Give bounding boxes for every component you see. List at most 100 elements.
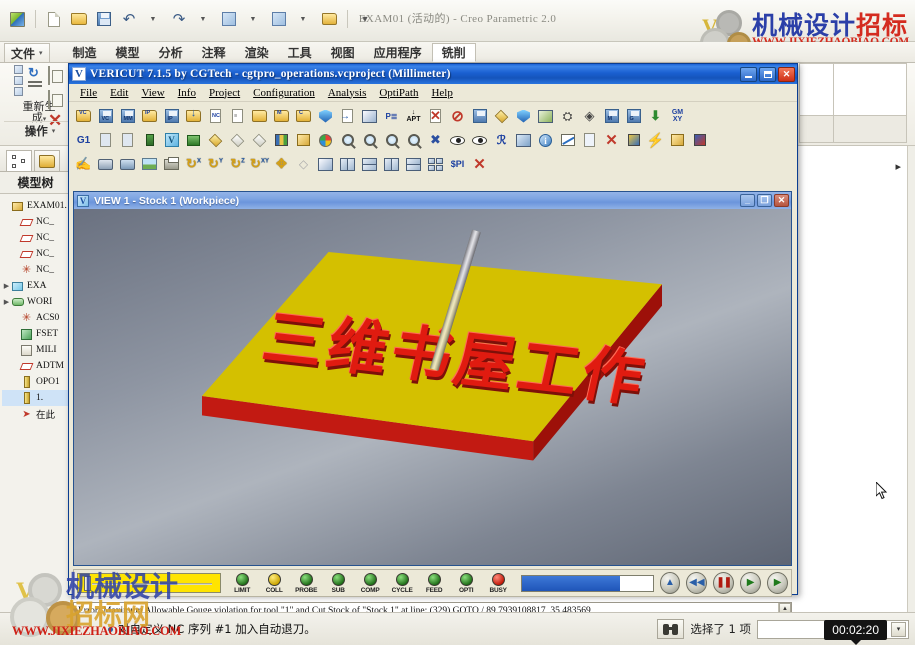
tree-item-fset[interactable]: FSET — [2, 326, 71, 342]
view-maximize-button[interactable]: ❐ — [757, 194, 772, 207]
zoom-reset-icon[interactable] — [381, 130, 402, 151]
inspect-icon[interactable] — [623, 130, 644, 151]
save-project-icon[interactable]: VC — [95, 106, 116, 127]
optipath-icon[interactable]: ⚡ — [645, 130, 666, 151]
three-view-left-icon[interactable] — [381, 154, 402, 175]
compare-icon[interactable] — [491, 106, 512, 127]
vericut-toolbar-row-1[interactable]: VC VC MM IP IP ↓ NC ≡ M C → P≣ ↓APT ✕ ⊘ — [73, 104, 797, 128]
menu-analysis[interactable]: Analysis — [322, 86, 373, 100]
tree-item-workpiece[interactable]: ▶ EXA — [2, 278, 71, 294]
animate-icon[interactable]: ✍ — [73, 154, 94, 175]
tree-item-stock[interactable]: ▶ WORI — [2, 294, 71, 310]
report-icon[interactable]: ✕ — [425, 106, 446, 127]
info-icon[interactable]: i — [535, 130, 556, 151]
two-view-horizontal-icon[interactable] — [359, 154, 380, 175]
tab-model-tree[interactable] — [6, 150, 32, 171]
view-window-buttons[interactable]: _ ❐ ✕ — [740, 194, 789, 207]
machine-axes-icon[interactable]: ⛭ — [557, 106, 578, 127]
menu-configuration[interactable]: Configuration — [247, 86, 321, 100]
gm-xy-icon[interactable]: GM XY — [667, 106, 688, 127]
maximize-button[interactable] — [759, 66, 776, 82]
tree-item-insert-here[interactable]: ➤ 在此 — [2, 406, 71, 422]
menu-help[interactable]: Help — [425, 86, 458, 100]
four-view-icon[interactable] — [425, 154, 446, 175]
close-button[interactable]: ✕ — [778, 66, 795, 82]
tree-item-acs0[interactable]: ✳ ACS0 — [2, 310, 71, 326]
save-inprocess-icon[interactable]: IP — [161, 106, 182, 127]
design-gem-icon[interactable] — [227, 130, 248, 151]
tree-item-opo1[interactable]: OPO1 — [2, 374, 71, 390]
align-icon[interactable]: ⬇ — [645, 106, 666, 127]
tree-list[interactable]: EXAM01. NC_ NC_ NC_ ✳ NC_ ▶ EXA ▶ WORI ✳… — [0, 194, 71, 422]
two-view-vertical-icon[interactable] — [337, 154, 358, 175]
fixture-icon[interactable] — [183, 130, 204, 151]
fit-icon[interactable] — [403, 130, 424, 151]
single-step-icon[interactable] — [95, 130, 116, 151]
menu-file[interactable]: File — [74, 86, 103, 100]
tab-tools[interactable]: 工具 — [279, 42, 322, 62]
tool-manager-icon[interactable] — [315, 106, 336, 127]
tab-render[interactable]: 渲染 — [236, 42, 279, 62]
3d-viewport[interactable]: 三维书屋工作 — [74, 209, 791, 565]
step-to-icon[interactable] — [117, 130, 138, 151]
open-ncprogram-icon[interactable]: NC — [205, 106, 226, 127]
find-button[interactable] — [657, 619, 685, 639]
tool-change-icon[interactable] — [139, 130, 160, 151]
stock-gem-icon[interactable] — [205, 130, 226, 151]
rotate-x-icon[interactable]: ↻X — [183, 154, 204, 175]
tab-annotate[interactable]: 注释 — [193, 42, 236, 62]
verify-icon[interactable] — [513, 106, 534, 127]
orbit-icon[interactable]: ◇ — [293, 154, 314, 175]
record-icon[interactable] — [95, 154, 116, 175]
vericut-view-icon[interactable]: V — [161, 130, 182, 151]
single-view-icon[interactable] — [315, 154, 336, 175]
vericut-toolbar-row-3[interactable]: ✍ ↻X ↻Y ↻Z ↻XY ✥ ◇ $PI ✕ — [73, 152, 797, 176]
post-process-icon[interactable]: P≣ — [381, 106, 402, 127]
pan-icon[interactable]: ✖ — [425, 130, 446, 151]
tree-expander[interactable]: ▶ — [2, 298, 11, 306]
machine-setup-icon[interactable] — [359, 106, 380, 127]
tree-item-ncplane-1[interactable]: NC_ — [2, 214, 71, 230]
autodiff-icon[interactable] — [293, 130, 314, 151]
ribbon-tab-bar[interactable]: 文件 ▾ 制造 模型 分析 注释 渲染 工具 视图 应用程序 铣削 — [0, 42, 915, 63]
stop-icon[interactable]: ⊘ — [447, 106, 468, 127]
section-icon[interactable] — [271, 130, 292, 151]
open-inprocess-icon[interactable]: IP — [139, 106, 160, 127]
save-view-m-icon[interactable]: M — [601, 106, 622, 127]
tree-item-adtm[interactable]: ADTM — [2, 358, 71, 374]
tree-item-nccsys[interactable]: ✳ NC_ — [2, 262, 71, 278]
clear-errors-icon[interactable]: ✕ — [601, 130, 622, 151]
view-title-bar[interactable]: V VIEW 1 - Stock 1 (Workpiece) _ ❐ ✕ — [74, 192, 791, 209]
pan-move-icon[interactable]: ✥ — [271, 154, 292, 175]
paste-icon[interactable] — [48, 90, 62, 109]
save-all-icon[interactable]: MM — [117, 106, 138, 127]
open-control-icon[interactable]: C — [293, 106, 314, 127]
speed-slider[interactable] — [77, 573, 222, 593]
box-icon[interactable] — [667, 130, 688, 151]
rotate-xy-icon[interactable]: ↻XY — [249, 154, 270, 175]
vericut-window-buttons[interactable]: ✕ — [740, 66, 795, 82]
three-view-top-icon[interactable] — [403, 154, 424, 175]
menu-view[interactable]: View — [135, 86, 170, 100]
tab-analysis[interactable]: 分析 — [150, 42, 193, 62]
tab-applications[interactable]: 应用程序 — [365, 42, 432, 62]
tab-milling[interactable]: 铣削 — [431, 43, 476, 62]
spi-icon[interactable]: $PI — [447, 154, 468, 175]
vericut-toolbars[interactable]: VC VC MM IP IP ↓ NC ≡ M C → P≣ ↓APT ✕ ⊘ — [69, 102, 797, 177]
tab-model[interactable]: 模型 — [107, 42, 150, 62]
reset-view-icon[interactable]: ℛ — [491, 130, 512, 151]
play-button[interactable]: ▶ — [767, 572, 788, 594]
rotate-y-icon[interactable]: ↻Y — [205, 154, 226, 175]
minimize-button[interactable] — [740, 66, 757, 82]
menu-project[interactable]: Project — [203, 86, 246, 100]
compare-gem-icon[interactable] — [249, 130, 270, 151]
hide-icon[interactable] — [447, 130, 468, 151]
import-icon[interactable]: ↓ — [183, 106, 204, 127]
tree-tab-bar[interactable] — [0, 146, 71, 172]
tree-item-sequence-1[interactable]: 1. — [2, 390, 71, 406]
copy-icon[interactable] — [48, 66, 62, 85]
show-icon[interactable] — [469, 130, 490, 151]
logger-icon[interactable] — [579, 130, 600, 151]
info-panel-icon[interactable] — [513, 130, 534, 151]
zoom-in-icon[interactable] — [359, 130, 380, 151]
